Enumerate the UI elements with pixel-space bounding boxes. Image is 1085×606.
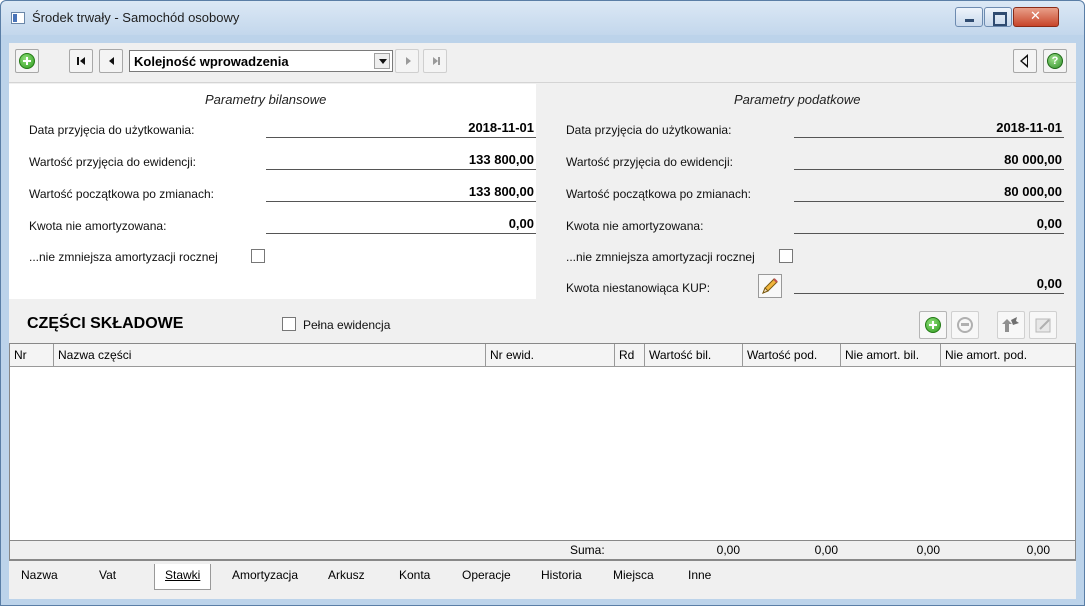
tab-bar: Nazwa Vat Stawki Amortyzacja Arkusz Kont… [9, 564, 1076, 594]
sum-label: Suma: [570, 543, 605, 557]
full-records-label: Pełna ewidencja [303, 318, 391, 332]
kup-label: Kwota niestanowiąca KUP: [566, 281, 711, 295]
tab-amortyzacja[interactable]: Amortyzacja [232, 568, 298, 582]
app-icon [11, 12, 25, 24]
close-button[interactable] [1013, 7, 1059, 27]
tab-konta[interactable]: Konta [399, 568, 430, 582]
order-select-value: Kolejność wprowadzenia [134, 54, 289, 69]
first-record-button[interactable] [69, 49, 93, 73]
next-icon [406, 57, 411, 65]
kup-field[interactable]: 0,00 [794, 276, 1064, 294]
balance-initial-value-label: Wartość początkowa po zmianach: [29, 187, 214, 201]
edit-document-icon [1035, 318, 1051, 333]
tax-date-field[interactable]: 2018-11-01 [794, 120, 1064, 138]
column-nr[interactable]: Nr [10, 344, 54, 367]
order-select[interactable]: Kolejność wprowadzenia [129, 50, 393, 72]
tab-inne[interactable]: Inne [688, 568, 711, 582]
balance-entry-value-label: Wartość przyjęcia do ewidencji: [29, 155, 196, 169]
tax-parameters-title: Parametry podatkowe [734, 92, 861, 107]
column-record-number[interactable]: Nr ewid. [486, 344, 615, 367]
tab-arkusz[interactable]: Arkusz [328, 568, 365, 582]
tab-historia[interactable]: Historia [541, 568, 582, 582]
balance-no-reduction-label: ...nie zmniejsza amortyzacji rocznej [29, 250, 218, 264]
previous-record-button[interactable] [99, 49, 123, 73]
column-name[interactable]: Nazwa części [54, 344, 486, 367]
tax-date-label: Data przyjęcia do użytkowania: [566, 123, 732, 137]
collapse-panel-button[interactable] [1013, 49, 1037, 73]
tab-miejsca[interactable]: Miejsca [613, 568, 654, 582]
grid-footer: Suma: 0,00 0,00 0,00 0,00 [9, 540, 1076, 560]
help-button[interactable]: ? [1043, 49, 1067, 73]
remove-component-button[interactable] [951, 311, 979, 339]
sum-non-depreciated-balance: 0,00 [916, 543, 940, 557]
tax-parameters-panel: Parametry podatkowe Data przyjęcia do uż… [536, 84, 1076, 299]
column-rd[interactable]: Rd [615, 344, 645, 367]
tab-nazwa[interactable]: Nazwa [21, 568, 58, 582]
help-icon: ? [1047, 53, 1063, 69]
tax-non-depreciated-field[interactable]: 0,00 [794, 216, 1064, 234]
tab-operacje[interactable]: Operacje [462, 568, 511, 582]
add-component-button[interactable] [919, 311, 947, 339]
balance-parameters-title: Parametry bilansowe [205, 92, 327, 107]
full-records-checkbox[interactable] [282, 317, 296, 331]
tax-entry-value-field[interactable]: 80 000,00 [794, 152, 1064, 170]
tax-initial-value-label: Wartość początkowa po zmianach: [566, 187, 751, 201]
sum-balance-value: 0,00 [716, 543, 740, 557]
grid-header: Nr Nazwa części Nr ewid. Rd Wartość bil.… [10, 344, 1075, 367]
column-tax-value[interactable]: Wartość pod. [743, 344, 841, 367]
split-component-button[interactable] [997, 311, 1025, 339]
balance-non-depreciated-field[interactable]: 0,00 [266, 216, 536, 234]
plus-icon [19, 53, 35, 69]
pencil-icon [762, 278, 778, 294]
tax-initial-value-field[interactable]: 80 000,00 [794, 184, 1064, 202]
maximize-button[interactable] [984, 7, 1012, 27]
tax-non-depreciated-label: Kwota nie amortyzowana: [566, 219, 704, 233]
sum-tax-value: 0,00 [814, 543, 838, 557]
components-title: CZĘŚCI SKŁADOWE [27, 315, 184, 332]
column-non-depreciated-tax[interactable]: Nie amort. pod. [941, 344, 1075, 367]
tab-stawki-label: Stawki [165, 568, 201, 582]
title-bar: Środek trwały - Samochód osobowy [1, 1, 1084, 35]
client-area: Kolejność wprowadzenia ? Parametry bilan… [9, 43, 1076, 599]
balance-initial-value-field[interactable]: 133 800,00 [266, 184, 536, 202]
tab-stawki[interactable]: Stawki [154, 564, 212, 590]
tax-no-reduction-checkbox[interactable] [779, 249, 793, 263]
plus-icon [925, 317, 941, 333]
sum-non-depreciated-tax: 0,00 [1026, 543, 1050, 557]
window: Środek trwały - Samochód osobowy Kolejno… [0, 0, 1085, 606]
first-icon [77, 57, 79, 65]
next-record-button[interactable] [395, 49, 419, 73]
tax-no-reduction-label: ...nie zmniejsza amortyzacji rocznej [566, 250, 755, 264]
balance-parameters-panel: Parametry bilansowe Data przyjęcia do uż… [9, 84, 536, 299]
toolbar: Kolejność wprowadzenia ? [9, 43, 1076, 83]
minus-icon [957, 317, 973, 333]
balance-non-depreciated-label: Kwota nie amortyzowana: [29, 219, 167, 233]
add-button[interactable] [15, 49, 39, 73]
window-title: Środek trwały - Samochód osobowy [32, 10, 240, 25]
tab-vat[interactable]: Vat [99, 568, 116, 582]
balance-no-reduction-checkbox[interactable] [251, 249, 265, 263]
column-balance-value[interactable]: Wartość bil. [645, 344, 743, 367]
edit-kup-button[interactable] [758, 274, 782, 298]
last-record-button[interactable] [423, 49, 447, 73]
chevron-down-icon[interactable] [374, 53, 390, 69]
split-arrows-icon [1002, 317, 1019, 332]
edit-component-button[interactable] [1029, 311, 1057, 339]
components-grid: Nr Nazwa części Nr ewid. Rd Wartość bil.… [9, 343, 1076, 561]
tax-entry-value-label: Wartość przyjęcia do ewidencji: [566, 155, 733, 169]
balance-date-field[interactable]: 2018-11-01 [266, 120, 536, 138]
previous-icon [109, 57, 114, 65]
balance-entry-value-field[interactable]: 133 800,00 [266, 152, 536, 170]
balance-date-label: Data przyjęcia do użytkowania: [29, 123, 195, 137]
minimize-button[interactable] [955, 7, 983, 27]
column-non-depreciated-balance[interactable]: Nie amort. bil. [841, 344, 941, 367]
